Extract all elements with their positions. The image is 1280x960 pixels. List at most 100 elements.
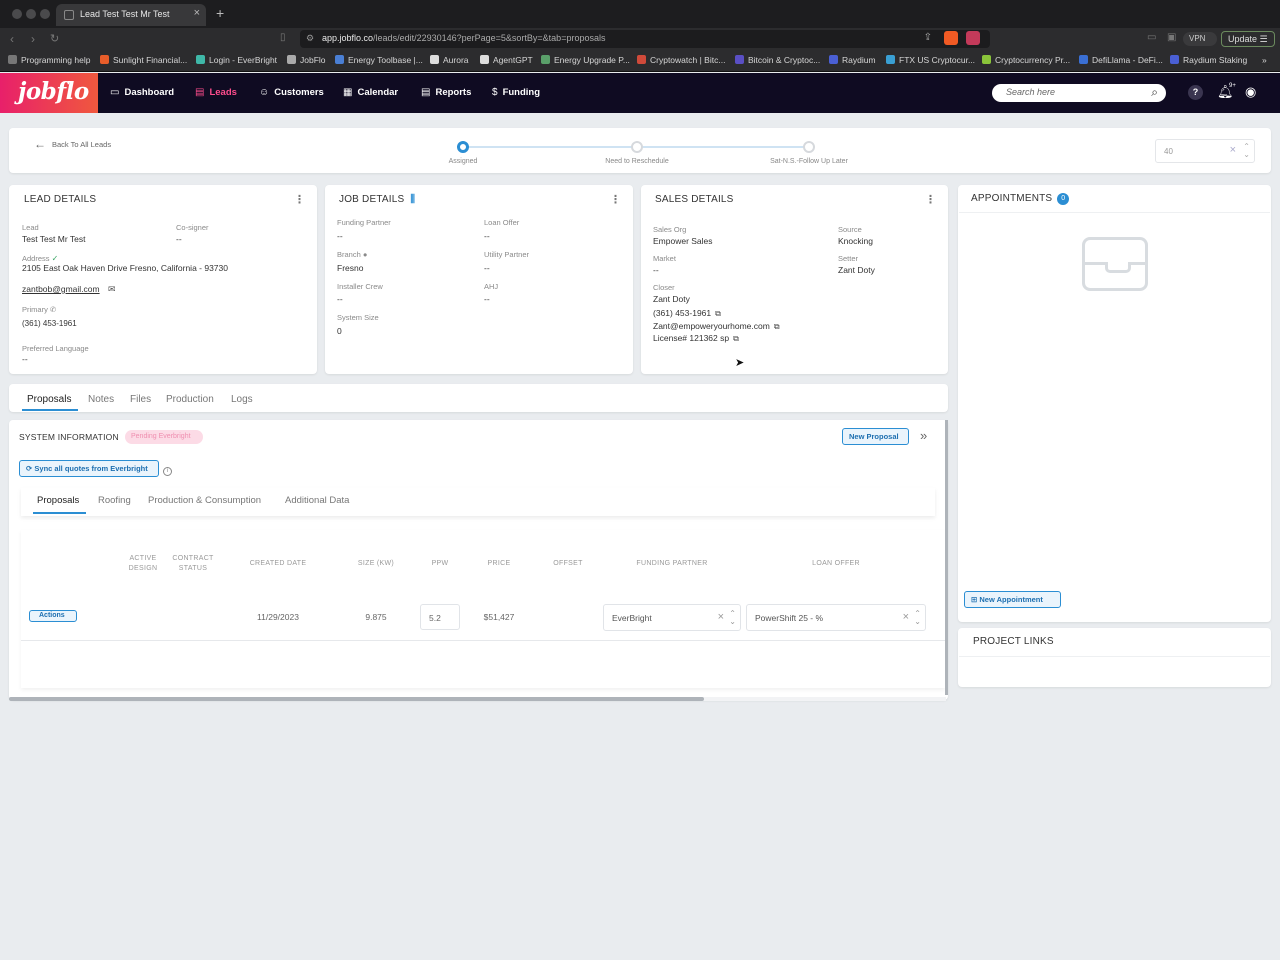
new-tab-icon[interactable]: +: [216, 5, 224, 21]
sales-details-title: SALES DETAILS: [655, 194, 734, 205]
tab-notes[interactable]: Notes: [88, 394, 114, 405]
browser-tab[interactable]: Lead Test Test Mr Test ×: [56, 4, 206, 26]
brave-shields-icon[interactable]: [944, 31, 958, 45]
more-bookmarks-icon[interactable]: »: [1262, 55, 1267, 65]
brave-rewards-icon[interactable]: [966, 31, 980, 45]
job-details-menu-icon[interactable]: ⋮: [610, 193, 621, 206]
maximize-window-dot[interactable]: [40, 9, 50, 19]
bookmark-item[interactable]: DefiLlama - DeFi...: [1079, 55, 1163, 65]
new-appointment-button[interactable]: ⊞ New Appointment: [964, 591, 1061, 608]
jobflo-logo[interactable]: jobflo: [0, 73, 98, 113]
minimize-window-dot[interactable]: [26, 9, 36, 19]
step-reschedule-dot[interactable]: [631, 141, 643, 153]
bookmark-item[interactable]: Programming help: [8, 55, 90, 65]
help-icon[interactable]: ?: [1188, 85, 1203, 100]
nav-customers[interactable]: ☺ Customers: [259, 87, 324, 98]
subtab-proposals[interactable]: Proposals: [37, 495, 79, 506]
ppw-input[interactable]: 5.2: [420, 604, 460, 630]
bookmark-item[interactable]: Energy Toolbase |...: [335, 55, 423, 65]
sidebar-icon[interactable]: ▭: [1147, 32, 1156, 43]
select-spinner-icon: ⌃ ⌄: [729, 609, 736, 626]
external-link-icon[interactable]: ⧉: [774, 322, 780, 331]
bookmark-item[interactable]: Bitcoin & Cryptoc...: [735, 55, 820, 65]
loan-offer-select[interactable]: PowerShift 25 - % × ⌃ ⌄: [746, 604, 926, 631]
lead-details-menu-icon[interactable]: ⋮: [294, 193, 305, 206]
wallet-icon[interactable]: ▣: [1167, 32, 1176, 43]
bookmark-item[interactable]: Cryptowatch | Bitc...: [637, 55, 725, 65]
bookmark-item[interactable]: Raydium Staking: [1170, 55, 1247, 65]
back-arrow-icon[interactable]: ‹: [10, 32, 14, 46]
tab-files[interactable]: Files: [130, 394, 151, 405]
nav-reports[interactable]: ▤ Reports: [421, 87, 471, 98]
clear-icon[interactable]: ×: [903, 611, 909, 623]
bookmark-item[interactable]: JobFlo: [287, 55, 326, 65]
job-details-card: [325, 185, 633, 374]
collapse-panel-icon[interactable]: »: [920, 428, 927, 443]
actions-button[interactable]: Actions: [29, 610, 77, 622]
vpn-button[interactable]: VPN: [1183, 32, 1217, 46]
site-settings-icon[interactable]: ⚙: [306, 33, 314, 44]
sales-details-menu-icon[interactable]: ⋮: [925, 193, 936, 206]
update-button[interactable]: Update ☰: [1221, 31, 1275, 47]
back-to-leads-link[interactable]: ← Back To All Leads: [34, 137, 111, 151]
forward-arrow-icon[interactable]: ›: [31, 32, 35, 46]
check-icon: ✓: [51, 254, 59, 263]
nav-calendar[interactable]: ▦ Calendar: [343, 87, 398, 98]
share-icon[interactable]: ⇪: [924, 32, 932, 43]
info-icon[interactable]: i: [163, 467, 172, 476]
per-page-select[interactable]: 40 × ⌃ ⌄: [1155, 139, 1255, 163]
mail-icon[interactable]: ✉: [108, 284, 116, 295]
bookmark-item[interactable]: FTX US Cryptocur...: [886, 55, 975, 65]
new-proposal-button[interactable]: New Proposal: [842, 428, 909, 445]
bookmark-item[interactable]: Aurora: [430, 55, 469, 65]
bookmark-label: Sunlight Financial...: [113, 55, 188, 65]
bookmark-item[interactable]: Sunlight Financial...: [100, 55, 187, 65]
clear-icon[interactable]: ×: [1230, 144, 1236, 156]
bookmark-icon[interactable]: ▯: [280, 32, 286, 43]
col-size: SIZE (KW): [357, 560, 395, 567]
loan-offer-label: Loan Offer: [484, 218, 520, 227]
loan-offer-value: --: [484, 231, 490, 241]
user-avatar-icon[interactable]: ◉: [1245, 84, 1256, 100]
info-icon[interactable]: ●: [363, 250, 368, 259]
email-link[interactable]: zantbob@gmail.com: [22, 284, 100, 294]
nav-funding[interactable]: $ Funding: [492, 87, 540, 98]
subtab-additional-data[interactable]: Additional Data: [285, 495, 349, 506]
subtab-roofing[interactable]: Roofing: [98, 495, 131, 506]
bookmark-label: Bitcoin & Cryptoc...: [748, 55, 821, 65]
filter-bars-icon[interactable]: ⫼: [410, 194, 415, 205]
closer-name: Zant Doty: [653, 294, 690, 304]
clear-icon[interactable]: ×: [718, 611, 724, 623]
bookmark-item[interactable]: Cryptocurrency Pr...: [982, 55, 1070, 65]
step-assigned-dot[interactable]: [457, 141, 469, 153]
external-link-icon[interactable]: ⧉: [715, 309, 721, 318]
search-icon[interactable]: ⌕: [1151, 85, 1158, 100]
bookmark-item[interactable]: Raydium: [829, 55, 876, 65]
setter-value: Zant Doty: [838, 265, 875, 275]
nav-dashboard[interactable]: ▭ Dashboard: [110, 87, 174, 98]
search-input[interactable]: Search here ⌕: [992, 84, 1166, 102]
step-followup-dot[interactable]: [803, 141, 815, 153]
sync-quotes-button[interactable]: ⟳ Sync all quotes from Everbright: [19, 460, 159, 477]
url-field[interactable]: ⚙ app.jobflo.co/leads/edit/22930146?perP…: [300, 30, 990, 48]
bookmark-favicon-icon: [196, 55, 205, 64]
horizontal-scrollbar-thumb[interactable]: [9, 697, 704, 701]
close-tab-icon[interactable]: ×: [194, 7, 200, 19]
col-loan-offer: LOAN OFFER: [812, 560, 860, 567]
tab-logs[interactable]: Logs: [231, 394, 253, 405]
bookmark-favicon-icon: [886, 55, 895, 64]
ppw-value: 5.2: [429, 613, 441, 623]
subtab-production-consumption[interactable]: Production & Consumption: [148, 495, 261, 506]
funding-partner-select[interactable]: EverBright × ⌃ ⌄: [603, 604, 741, 631]
bookmark-item[interactable]: AgentGPT: [480, 55, 533, 65]
vertical-scrollbar[interactable]: [945, 420, 948, 695]
external-link-icon[interactable]: ⧉: [733, 334, 739, 343]
vpn-label: VPN: [1189, 34, 1206, 43]
close-window-dot[interactable]: [12, 9, 22, 19]
reload-icon[interactable]: ↻: [50, 32, 59, 45]
bookmark-item[interactable]: Energy Upgrade P...: [541, 55, 630, 65]
tab-production[interactable]: Production: [166, 394, 214, 405]
bookmark-item[interactable]: Login - EverBright: [196, 55, 277, 65]
tab-proposals[interactable]: Proposals: [27, 394, 71, 405]
nav-leads[interactable]: ▤ Leads: [195, 87, 237, 98]
